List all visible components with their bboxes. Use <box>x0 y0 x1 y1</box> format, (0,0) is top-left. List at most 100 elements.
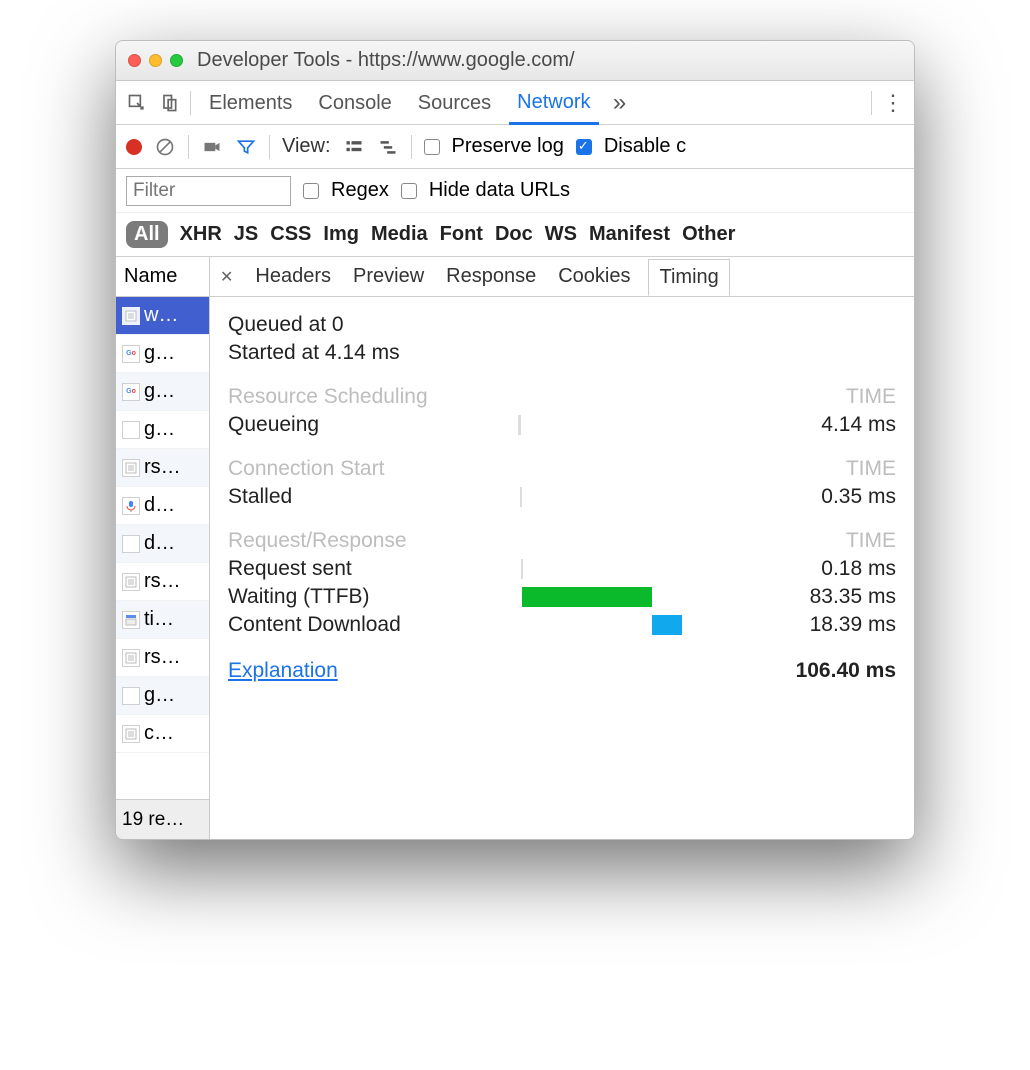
main-toolbar: Elements Console Sources Network » ⋮ <box>116 81 914 125</box>
network-body: Name w… Gog…Gog… g… rs… d… d… rs… ti… rs… g… c… 19… <box>116 257 914 839</box>
filter-other[interactable]: Other <box>682 223 735 246</box>
section-title: Resource Scheduling <box>228 385 428 409</box>
tab-network[interactable]: Network <box>509 81 598 125</box>
filter-font[interactable]: Font <box>440 223 483 246</box>
timing-label: Request sent <box>228 557 518 581</box>
request-row[interactable]: g… <box>116 411 209 449</box>
network-toolbar: View: Preserve log Disable c <box>116 125 914 169</box>
timing-bar <box>518 414 708 436</box>
requests-footer: 19 re… <box>116 799 209 839</box>
large-rows-icon[interactable] <box>343 136 365 158</box>
devtools-window: Developer Tools - https://www.google.com… <box>115 40 915 840</box>
doc-icon <box>122 573 140 591</box>
name-column-header[interactable]: Name <box>116 257 209 297</box>
timing-row: Request sent 0.18 ms <box>228 557 896 581</box>
kebab-menu-icon[interactable]: ⋮ <box>882 92 904 114</box>
time-header: TIME <box>846 529 896 553</box>
maximize-icon[interactable] <box>170 54 183 67</box>
filter-manifest[interactable]: Manifest <box>589 223 670 246</box>
regex-checkbox[interactable] <box>303 183 319 199</box>
section-title: Request/Response <box>228 529 407 553</box>
request-row[interactable]: g… <box>116 677 209 715</box>
filter-ws[interactable]: WS <box>545 223 577 246</box>
request-label: d… <box>144 494 175 517</box>
disable-cache-checkbox[interactable] <box>576 139 592 155</box>
filter-img[interactable]: Img <box>323 223 359 246</box>
doc-icon <box>122 459 140 477</box>
record-icon[interactable] <box>126 139 142 155</box>
filter-row: Regex Hide data URLs <box>116 169 914 213</box>
clear-icon[interactable] <box>154 136 176 158</box>
section-title: Connection Start <box>228 457 384 481</box>
request-row[interactable]: rs… <box>116 563 209 601</box>
regex-label: Regex <box>331 179 389 202</box>
close-icon[interactable] <box>128 54 141 67</box>
detail-tab-headers[interactable]: Headers <box>251 259 335 294</box>
waterfall-view-icon[interactable] <box>377 136 399 158</box>
more-tabs-icon[interactable]: » <box>609 92 631 114</box>
request-row[interactable]: Gog… <box>116 335 209 373</box>
filter-doc[interactable]: Doc <box>495 223 533 246</box>
camera-icon[interactable] <box>201 136 223 158</box>
filter-media[interactable]: Media <box>371 223 428 246</box>
detail-panel: ✕ Headers Preview Response Cookies Timin… <box>210 257 914 839</box>
explanation-link[interactable]: Explanation <box>228 659 338 683</box>
request-row[interactable]: d… <box>116 525 209 563</box>
filter-input[interactable] <box>126 176 291 206</box>
timing-label: Queueing <box>228 413 518 437</box>
device-toggle-icon[interactable] <box>158 92 180 114</box>
detail-tab-preview[interactable]: Preview <box>349 259 428 294</box>
request-row[interactable]: w… <box>116 297 209 335</box>
request-row[interactable]: d… <box>116 487 209 525</box>
timing-value: 0.18 ms <box>786 557 896 581</box>
time-header: TIME <box>846 385 896 409</box>
hide-data-urls-checkbox[interactable] <box>401 183 417 199</box>
detail-tab-cookies[interactable]: Cookies <box>554 259 634 294</box>
request-label: rs… <box>144 570 181 593</box>
request-row[interactable]: rs… <box>116 449 209 487</box>
request-row[interactable]: Gog… <box>116 373 209 411</box>
time-header: TIME <box>846 457 896 481</box>
timing-value: 4.14 ms <box>786 413 896 437</box>
filter-css[interactable]: CSS <box>270 223 311 246</box>
tab-console[interactable]: Console <box>310 82 399 123</box>
request-row[interactable]: rs… <box>116 639 209 677</box>
timing-row: Queueing 4.14 ms <box>228 413 896 437</box>
blank-icon <box>122 535 140 553</box>
request-label: c… <box>144 722 174 745</box>
timing-label: Content Download <box>228 613 518 637</box>
window-title: Developer Tools - https://www.google.com… <box>197 49 575 72</box>
ui-icon <box>122 611 140 629</box>
detail-tab-response[interactable]: Response <box>442 259 540 294</box>
tab-elements[interactable]: Elements <box>201 82 300 123</box>
request-row[interactable]: ti… <box>116 601 209 639</box>
queued-at: Queued at 0 <box>228 313 896 337</box>
blank-icon <box>122 421 140 439</box>
request-label: rs… <box>144 456 181 479</box>
timing-label: Stalled <box>228 485 518 509</box>
request-row[interactable]: c… <box>116 715 209 753</box>
filter-all[interactable]: All <box>126 221 168 248</box>
timing-bar <box>518 486 708 508</box>
view-label: View: <box>282 135 331 158</box>
window-controls <box>128 54 183 67</box>
inspect-icon[interactable] <box>126 92 148 114</box>
timing-row: Waiting (TTFB)83.35 ms <box>228 585 896 609</box>
preserve-log-checkbox[interactable] <box>424 139 440 155</box>
disable-cache-label: Disable c <box>604 135 686 158</box>
filter-xhr[interactable]: XHR <box>180 223 222 246</box>
request-label: d… <box>144 532 175 555</box>
titlebar: Developer Tools - https://www.google.com… <box>116 41 914 81</box>
filter-icon[interactable] <box>235 136 257 158</box>
type-filter-row: All XHR JS CSS Img Media Font Doc WS Man… <box>116 213 914 257</box>
detail-tab-timing[interactable]: Timing <box>648 259 729 296</box>
close-detail-icon[interactable]: ✕ <box>216 267 237 287</box>
request-label: w… <box>144 304 178 327</box>
hide-data-urls-label: Hide data URLs <box>429 179 570 202</box>
request-label: rs… <box>144 646 181 669</box>
request-label: g… <box>144 418 175 441</box>
filter-js[interactable]: JS <box>234 223 258 246</box>
total-time: 106.40 ms <box>796 659 896 683</box>
tab-sources[interactable]: Sources <box>410 82 499 123</box>
minimize-icon[interactable] <box>149 54 162 67</box>
